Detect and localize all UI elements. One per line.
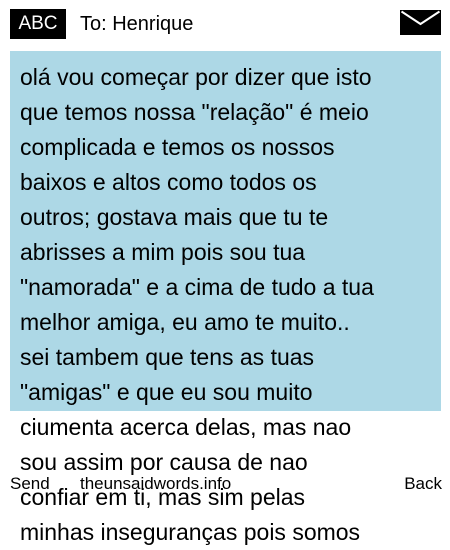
back-button[interactable]: Back: [404, 474, 442, 494]
send-button[interactable]: Send: [10, 474, 50, 494]
website-label: theunsaidwords.info: [80, 474, 232, 493]
recipient-label: To: Henrique: [80, 13, 194, 35]
input-mode-indicator: ABC: [10, 9, 66, 39]
envelope-icon: [400, 10, 441, 35]
